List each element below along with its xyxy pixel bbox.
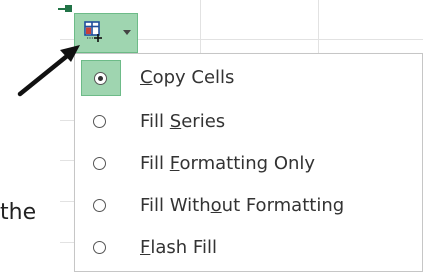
- pointer-arrow-icon: [17, 45, 80, 97]
- spreadsheet-area: the Copy Cells Fill Series Fill Formatti…: [0, 0, 423, 272]
